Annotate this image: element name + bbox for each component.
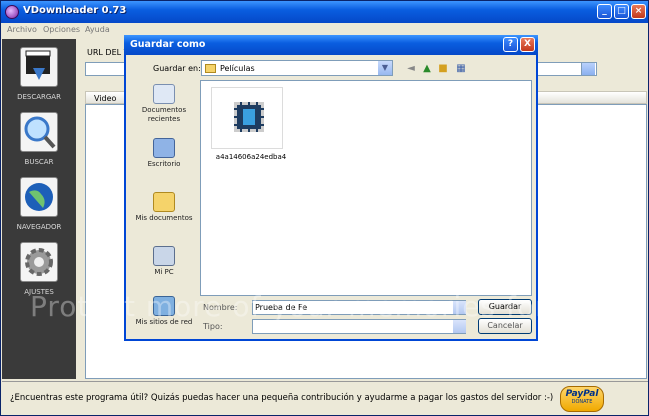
save-as-dialog: Guardar como ? X Guardar en: Películas ▼…	[124, 35, 538, 341]
places-bar: Documentos recientes Escritorio Mis docu…	[130, 80, 198, 334]
tool-label: AJUSTES	[24, 288, 54, 296]
file-list[interactable]: a4a14606a24edba4	[200, 80, 532, 296]
dialog-titlebar[interactable]: Guardar como ? X	[124, 35, 538, 55]
place-label: Mi PC	[154, 268, 174, 276]
place-label: Documentos recientes	[141, 106, 187, 123]
save-in-label: Guardar en:	[153, 64, 201, 73]
file-name-label: Nombre:	[203, 303, 238, 312]
new-folder-icon[interactable]: ■	[436, 62, 450, 75]
tool-label: BUSCAR	[24, 158, 54, 166]
tool-buscar[interactable]: BUSCAR	[2, 108, 76, 172]
back-icon[interactable]: ◄	[404, 62, 418, 75]
footer-text: ¿Encuentras este programa útil? Quizás p…	[10, 393, 554, 403]
dialog-close-button[interactable]: X	[520, 37, 535, 52]
app-icon	[5, 5, 19, 19]
gear-icon	[20, 242, 58, 282]
file-type-select[interactable]	[252, 319, 466, 334]
tool-label: DESCARGAR	[17, 93, 61, 101]
left-toolbar: DESCARGAR BUSCAR NAVEGADOR AJUSTES	[2, 39, 76, 379]
file-type-label: Tipo:	[203, 322, 223, 331]
save-in-value: Películas	[220, 64, 255, 73]
place-my-computer[interactable]: Mi PC	[130, 244, 198, 294]
place-network[interactable]: Mis sitios de red	[130, 294, 198, 344]
paypal-brand: PayPal	[565, 389, 599, 399]
main-titlebar[interactable]: VDownloader 0.73 _ □ ×	[1, 1, 648, 23]
column-video[interactable]: Video	[94, 94, 116, 103]
file-name-input[interactable]	[252, 300, 466, 315]
video-file-icon	[234, 102, 264, 132]
recent-documents-icon	[153, 84, 175, 104]
folder-icon	[205, 64, 216, 73]
save-in-select[interactable]: Películas ▼	[201, 60, 393, 76]
save-button[interactable]: Guardar	[478, 299, 532, 315]
url-dropdown-arrow[interactable]	[581, 63, 595, 75]
view-menu-icon[interactable]: ▦	[454, 62, 468, 75]
tool-descargar[interactable]: DESCARGAR	[2, 43, 76, 107]
close-button[interactable]: ×	[631, 4, 646, 19]
main-title: VDownloader 0.73	[23, 5, 127, 16]
place-label: Mis documentos	[135, 214, 193, 222]
place-my-documents[interactable]: Mis documentos	[130, 190, 198, 240]
paypal-donate-button[interactable]: PayPal DONATE	[560, 386, 604, 412]
help-button[interactable]: ?	[503, 37, 518, 52]
file-name-dropdown-arrow[interactable]	[453, 301, 466, 314]
footer: ¿Encuentras este programa útil? Quizás p…	[2, 381, 648, 415]
file-thumbnail	[211, 87, 283, 149]
magnifier-icon	[20, 112, 58, 152]
place-label: Escritorio	[147, 160, 181, 168]
chevron-down-icon[interactable]: ▼	[378, 61, 392, 75]
tool-ajustes[interactable]: AJUSTES	[2, 238, 76, 302]
menu-ayuda[interactable]: Ayuda	[85, 25, 110, 34]
menu-archivo[interactable]: Archivo	[7, 25, 37, 34]
place-desktop[interactable]: Escritorio	[130, 136, 198, 186]
my-documents-icon	[153, 192, 175, 212]
globe-icon	[20, 177, 58, 217]
paypal-donate-label: DONATE	[571, 399, 593, 405]
desktop-icon	[153, 138, 175, 158]
place-label: Mis sitios de red	[135, 318, 193, 326]
film-download-icon	[20, 47, 58, 87]
up-folder-icon[interactable]: ▲	[420, 62, 434, 75]
tool-label: NAVEGADOR	[16, 223, 62, 231]
tool-navegador[interactable]: NAVEGADOR	[2, 173, 76, 237]
file-type-dropdown-arrow[interactable]	[453, 320, 466, 333]
place-recent[interactable]: Documentos recientes	[130, 82, 198, 132]
my-computer-icon	[153, 246, 175, 266]
network-places-icon	[153, 296, 175, 316]
dialog-title: Guardar como	[130, 39, 206, 50]
menu-opciones[interactable]: Opciones	[43, 25, 80, 34]
maximize-button[interactable]: □	[614, 4, 629, 19]
minimize-button[interactable]: _	[597, 4, 612, 19]
file-name: a4a14606a24edba4	[215, 153, 287, 161]
cancel-button[interactable]: Cancelar	[478, 318, 532, 334]
file-item[interactable]: a4a14606a24edba4	[207, 87, 287, 167]
